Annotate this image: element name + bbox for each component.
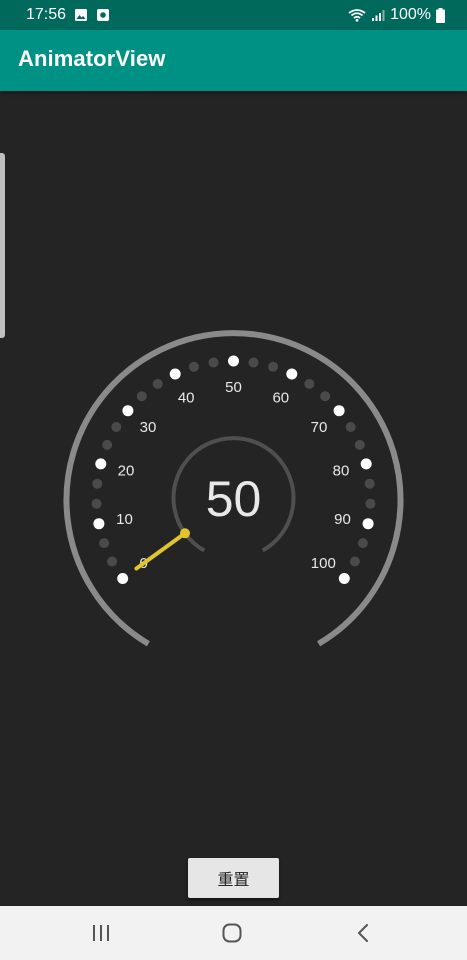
back-button[interactable] [328, 906, 398, 960]
gauge-needle [134, 531, 187, 571]
gauge-tick-label: 40 [178, 390, 195, 407]
recent-apps-icon [93, 925, 109, 941]
recent-apps-button[interactable] [66, 906, 136, 960]
gauge-value: 50 [206, 471, 262, 527]
gauge-major-tick [228, 355, 239, 367]
gauge-minor-tick [92, 478, 103, 489]
gauge-minor-tick [248, 357, 259, 368]
gauge-tick-label: 60 [272, 390, 289, 407]
gauge-major-tick [93, 518, 105, 530]
gauge-tick-label: 20 [118, 462, 135, 479]
gauge-minor-tick [304, 378, 315, 389]
gauge-major-tick [117, 573, 129, 584]
gauge-major-tick [169, 368, 181, 380]
status-bar: 17:56 100% [0, 0, 467, 30]
battery-percent: 100% [390, 6, 431, 23]
gauge-tick-label: 50 [225, 379, 242, 396]
gauge-tick-label: 30 [140, 419, 157, 436]
gauge-minor-tick [349, 556, 360, 567]
gauge-minor-tick [136, 391, 147, 402]
gauge-tick-label: 10 [116, 511, 133, 528]
gauge-minor-tick [354, 439, 365, 450]
gauge-minor-tick [268, 361, 279, 372]
gauge-major-tick [362, 518, 374, 530]
image-icon [75, 9, 88, 21]
gauge-minor-tick [99, 538, 110, 549]
app-title: AnimatorView [18, 46, 166, 71]
app-bar: AnimatorView [0, 30, 467, 91]
gauge-minor-tick [107, 556, 118, 567]
gauge-major-tick [122, 405, 134, 417]
gauge-minor-tick [208, 357, 219, 368]
back-icon [358, 924, 368, 942]
navigation-bar [0, 906, 467, 960]
signal-icon [372, 10, 385, 21]
gauge-minor-tick [152, 378, 163, 389]
gauge-major-tick [286, 368, 298, 380]
home-icon [222, 923, 242, 943]
home-button[interactable] [197, 906, 267, 960]
gauge-major-tick [360, 458, 372, 470]
gauge-needle-hub [180, 528, 190, 539]
gauge-major-tick [333, 405, 345, 417]
status-time: 17:56 [26, 6, 67, 23]
reset-button[interactable]: 重置 [188, 858, 279, 898]
gauge-minor-tick [188, 361, 199, 372]
gauge-minor-tick [91, 498, 102, 509]
gauge-tick-label: 90 [334, 511, 351, 528]
battery-icon [436, 7, 445, 23]
gauge-minor-tick [357, 538, 368, 549]
wifi-icon [348, 9, 366, 22]
gauge-tick-label: 70 [311, 419, 328, 436]
gauge-tick-label: 100 [311, 555, 336, 572]
gauge-major-tick [95, 458, 107, 470]
notification-icon [97, 9, 110, 21]
gauge-tick-label: 80 [333, 462, 350, 479]
gauge-minor-tick [102, 439, 113, 450]
gauge-minor-tick [111, 422, 122, 432]
gauge-minor-tick [364, 478, 375, 489]
gauge-minor-tick [365, 498, 376, 509]
gauge-minor-tick [320, 391, 331, 402]
speedometer-gauge: 0102030405060708090100 50 [63, 330, 404, 647]
gauge-major-tick [338, 573, 350, 584]
gauge-minor-tick [345, 422, 356, 432]
